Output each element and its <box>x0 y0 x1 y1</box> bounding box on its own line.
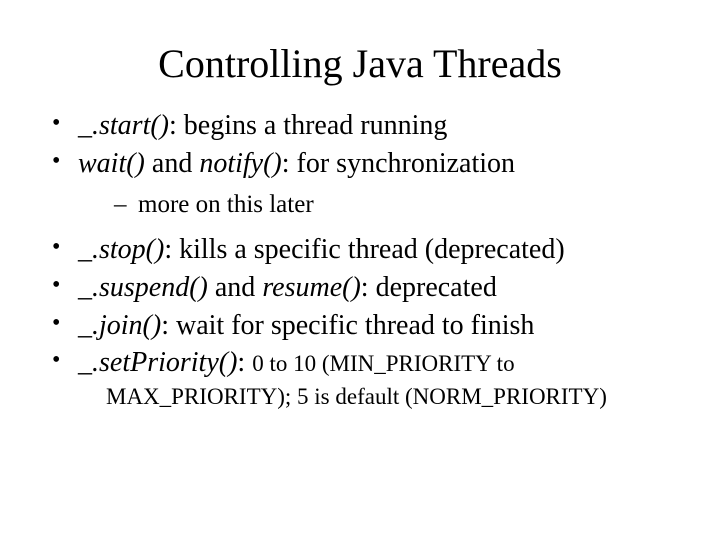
bullet-item: _.start(): begins a thread running <box>50 107 670 145</box>
bullet-text: and <box>208 272 262 303</box>
code-italic: resume() <box>262 272 360 303</box>
bullet-text: and <box>145 148 199 179</box>
bullet-text: : kills a specific thread (deprecated) <box>164 234 564 265</box>
slide-title: Controlling Java Threads <box>50 40 670 87</box>
code-italic: _.start() <box>78 110 169 141</box>
slide: Controlling Java Threads _.start(): begi… <box>0 0 720 540</box>
bullet-item: _.stop(): kills a specific thread (depre… <box>50 231 670 269</box>
bullet-item: _.setPriority(): 0 to 10 (MIN_PRIORITY t… <box>50 344 670 412</box>
bullet-small-continuation: MAX_PRIORITY); 5 is default (NORM_PRIORI… <box>78 382 670 412</box>
sub-bullet-item: more on this later <box>78 189 670 222</box>
bullet-text: : deprecated <box>361 272 497 303</box>
code-italic: wait() <box>78 148 145 179</box>
code-italic: _.suspend() <box>78 272 208 303</box>
bullet-item: _.suspend() and resume(): deprecated <box>50 269 670 307</box>
bullet-text: : for synchronization <box>282 148 515 179</box>
bullet-item: _.join(): wait for specific thread to fi… <box>50 307 670 345</box>
bullet-list: _.start(): begins a thread running wait(… <box>50 107 670 412</box>
bullet-small-text: 0 to 10 (MIN_PRIORITY to <box>252 351 514 376</box>
code-italic: _.stop() <box>78 234 164 265</box>
code-italic: notify() <box>199 148 281 179</box>
bullet-text: : <box>237 347 252 378</box>
sub-bullet-list: more on this later <box>78 189 670 222</box>
bullet-item: wait() and notify(): for synchronization… <box>50 145 670 221</box>
bullet-text: : begins a thread running <box>169 110 447 141</box>
code-italic: _.setPriority() <box>78 347 237 378</box>
bullet-text: : wait for specific thread to finish <box>161 310 534 341</box>
code-italic: _.join() <box>78 310 161 341</box>
